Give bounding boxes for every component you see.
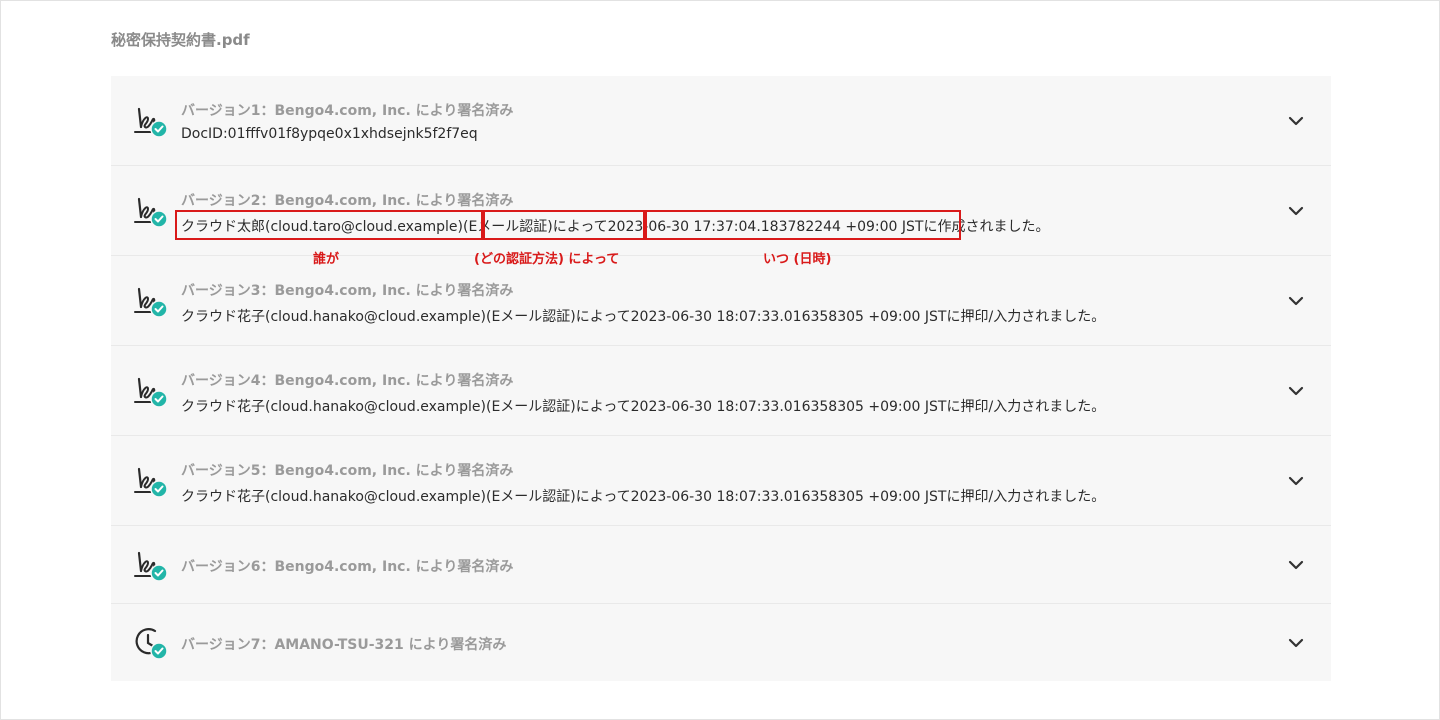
version-title: バージョン5：Bengo4.com, Inc. により署名済み: [181, 463, 514, 479]
version-row-1[interactable]: バージョン1：Bengo4.com, Inc. により署名済み DocID:01…: [111, 76, 1331, 166]
who-highlight-box: [175, 210, 483, 240]
document-title: 秘密保持契約書.pdf: [111, 31, 250, 49]
version-title: バージョン2：Bengo4.com, Inc. により署名済み: [181, 193, 514, 209]
method-highlight-box: [483, 210, 645, 240]
chevron-down-icon[interactable]: [1287, 292, 1305, 310]
signature-check-icon: [133, 467, 169, 499]
signature-check-icon: [133, 287, 169, 319]
chevron-down-icon[interactable]: [1287, 634, 1305, 652]
version-row-5[interactable]: バージョン5：Bengo4.com, Inc. により署名済み クラウド花子(c…: [111, 436, 1331, 526]
version-detail: クラウド花子(cloud.hanako@cloud.example)(Eメール認…: [181, 489, 1106, 505]
version-title: バージョン6：Bengo4.com, Inc. により署名済み: [181, 559, 514, 575]
version-history-panel: バージョン1：Bengo4.com, Inc. により署名済み DocID:01…: [111, 76, 1331, 681]
signature-check-icon: [133, 197, 169, 229]
signature-check-icon: [133, 377, 169, 409]
version-title: バージョン7：AMANO-TSU-321 により署名済み: [181, 637, 507, 653]
when-annotation-label: いつ (日時): [763, 252, 832, 267]
chevron-down-icon[interactable]: [1287, 202, 1305, 220]
chevron-down-icon[interactable]: [1287, 112, 1305, 130]
version-detail: DocID:01fffv01f8ypqe0x1xhdsejnk5f2f7eq: [181, 126, 478, 142]
chevron-down-icon[interactable]: [1287, 382, 1305, 400]
signature-check-icon: [133, 551, 169, 583]
when-highlight-box: [645, 210, 961, 240]
signature-check-icon: [133, 107, 169, 139]
method-annotation-label: (どの認証方法) によって: [474, 252, 620, 267]
chevron-down-icon[interactable]: [1287, 556, 1305, 574]
timestamp-check-icon: [135, 628, 169, 661]
version-row-7[interactable]: バージョン7：AMANO-TSU-321 により署名済み: [111, 604, 1331, 681]
version-title: バージョン4：Bengo4.com, Inc. により署名済み: [181, 373, 514, 389]
chevron-down-icon[interactable]: [1287, 472, 1305, 490]
version-title: バージョン1：Bengo4.com, Inc. により署名済み: [181, 103, 514, 119]
version-detail: クラウド花子(cloud.hanako@cloud.example)(Eメール認…: [181, 309, 1106, 325]
version-row-3[interactable]: バージョン3：Bengo4.com, Inc. により署名済み クラウド花子(c…: [111, 256, 1331, 346]
version-row-4[interactable]: バージョン4：Bengo4.com, Inc. により署名済み クラウド花子(c…: [111, 346, 1331, 436]
version-detail: クラウド花子(cloud.hanako@cloud.example)(Eメール認…: [181, 399, 1106, 415]
version-row-6[interactable]: バージョン6：Bengo4.com, Inc. により署名済み: [111, 526, 1331, 604]
version-title: バージョン3：Bengo4.com, Inc. により署名済み: [181, 283, 514, 299]
who-annotation-label: 誰が: [313, 252, 340, 267]
